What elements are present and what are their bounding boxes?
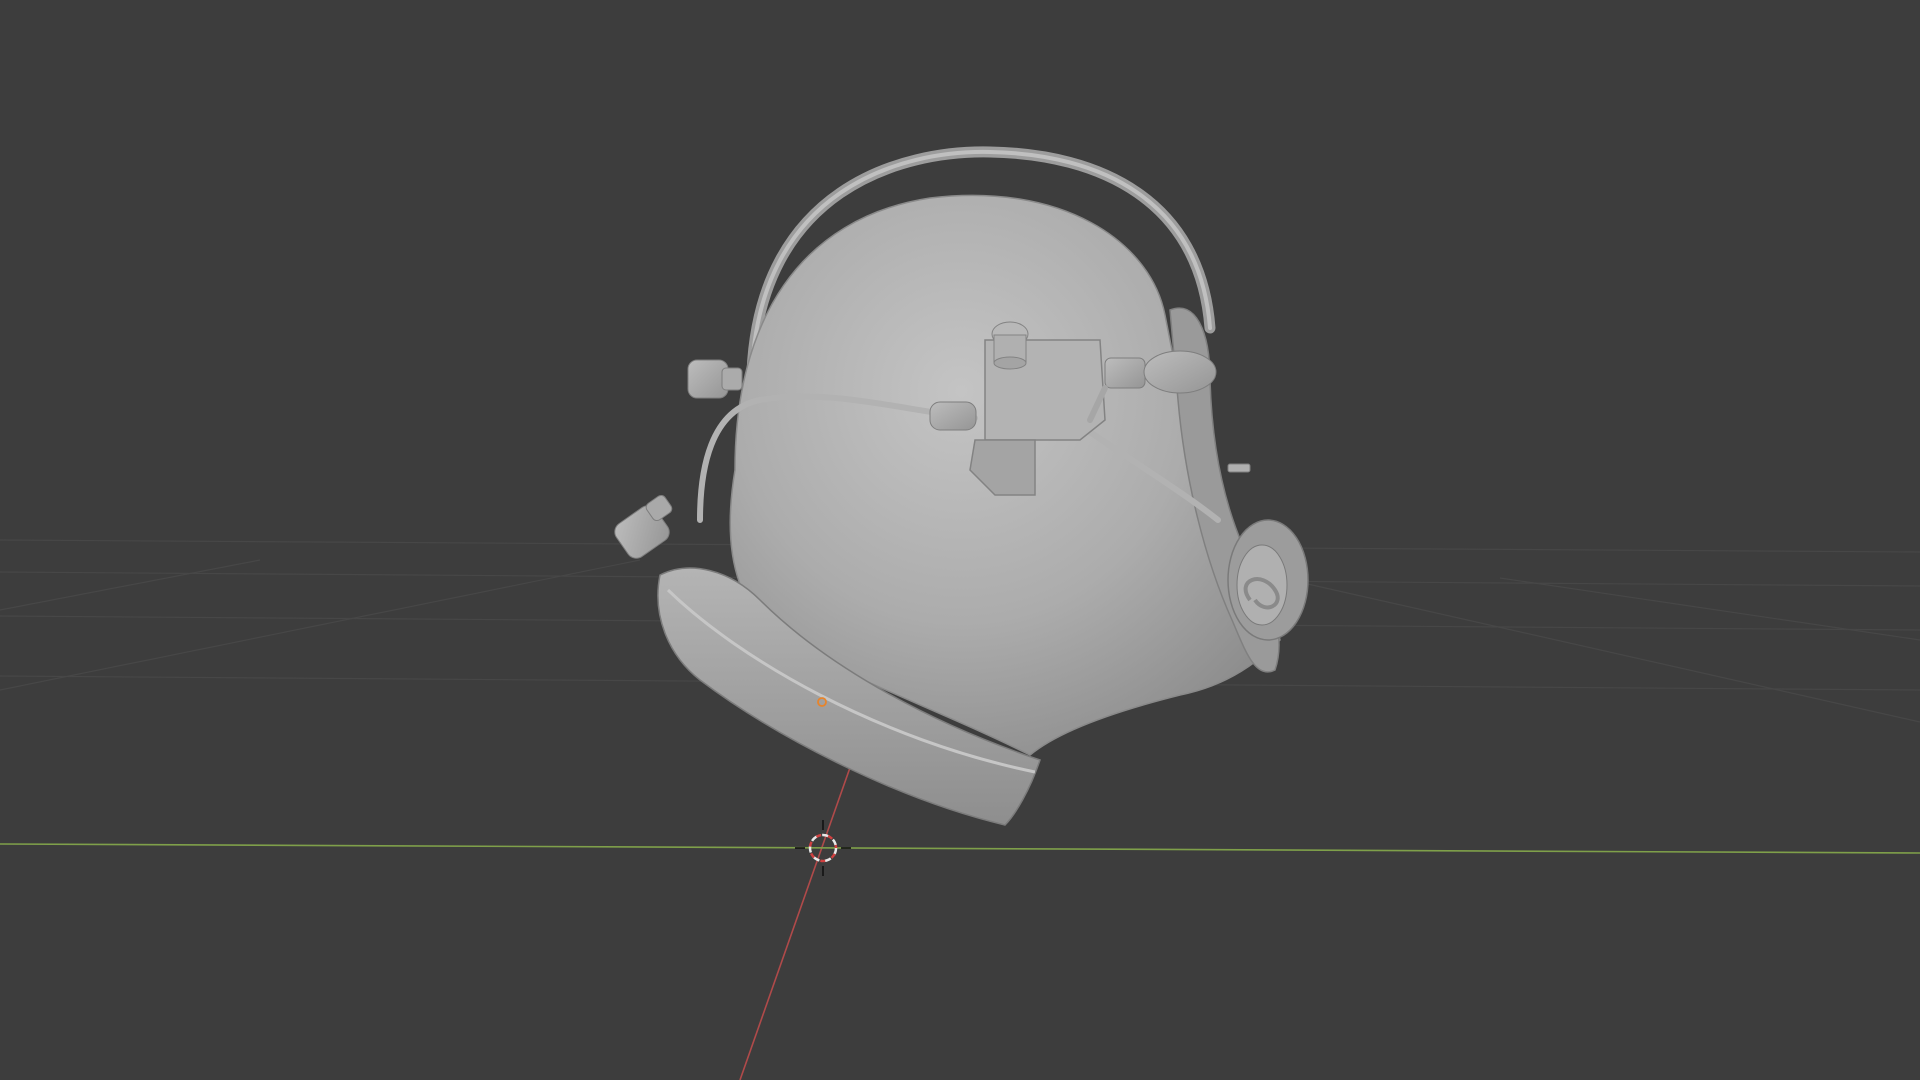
helmet-mesh[interactable] <box>611 146 1309 826</box>
helmet-valve[interactable] <box>1227 519 1309 641</box>
cable-inline-connector[interactable] <box>929 401 977 431</box>
3d-viewport[interactable] <box>0 0 1920 1080</box>
viewport-canvas[interactable] <box>0 0 1920 1080</box>
y-axis-line <box>739 761 853 1080</box>
helmet-upper-left-connector[interactable] <box>687 359 743 399</box>
helmet-left-plug[interactable] <box>611 493 674 562</box>
x-axis-line <box>0 843 1920 854</box>
helmet-side-peg[interactable] <box>1227 463 1251 473</box>
